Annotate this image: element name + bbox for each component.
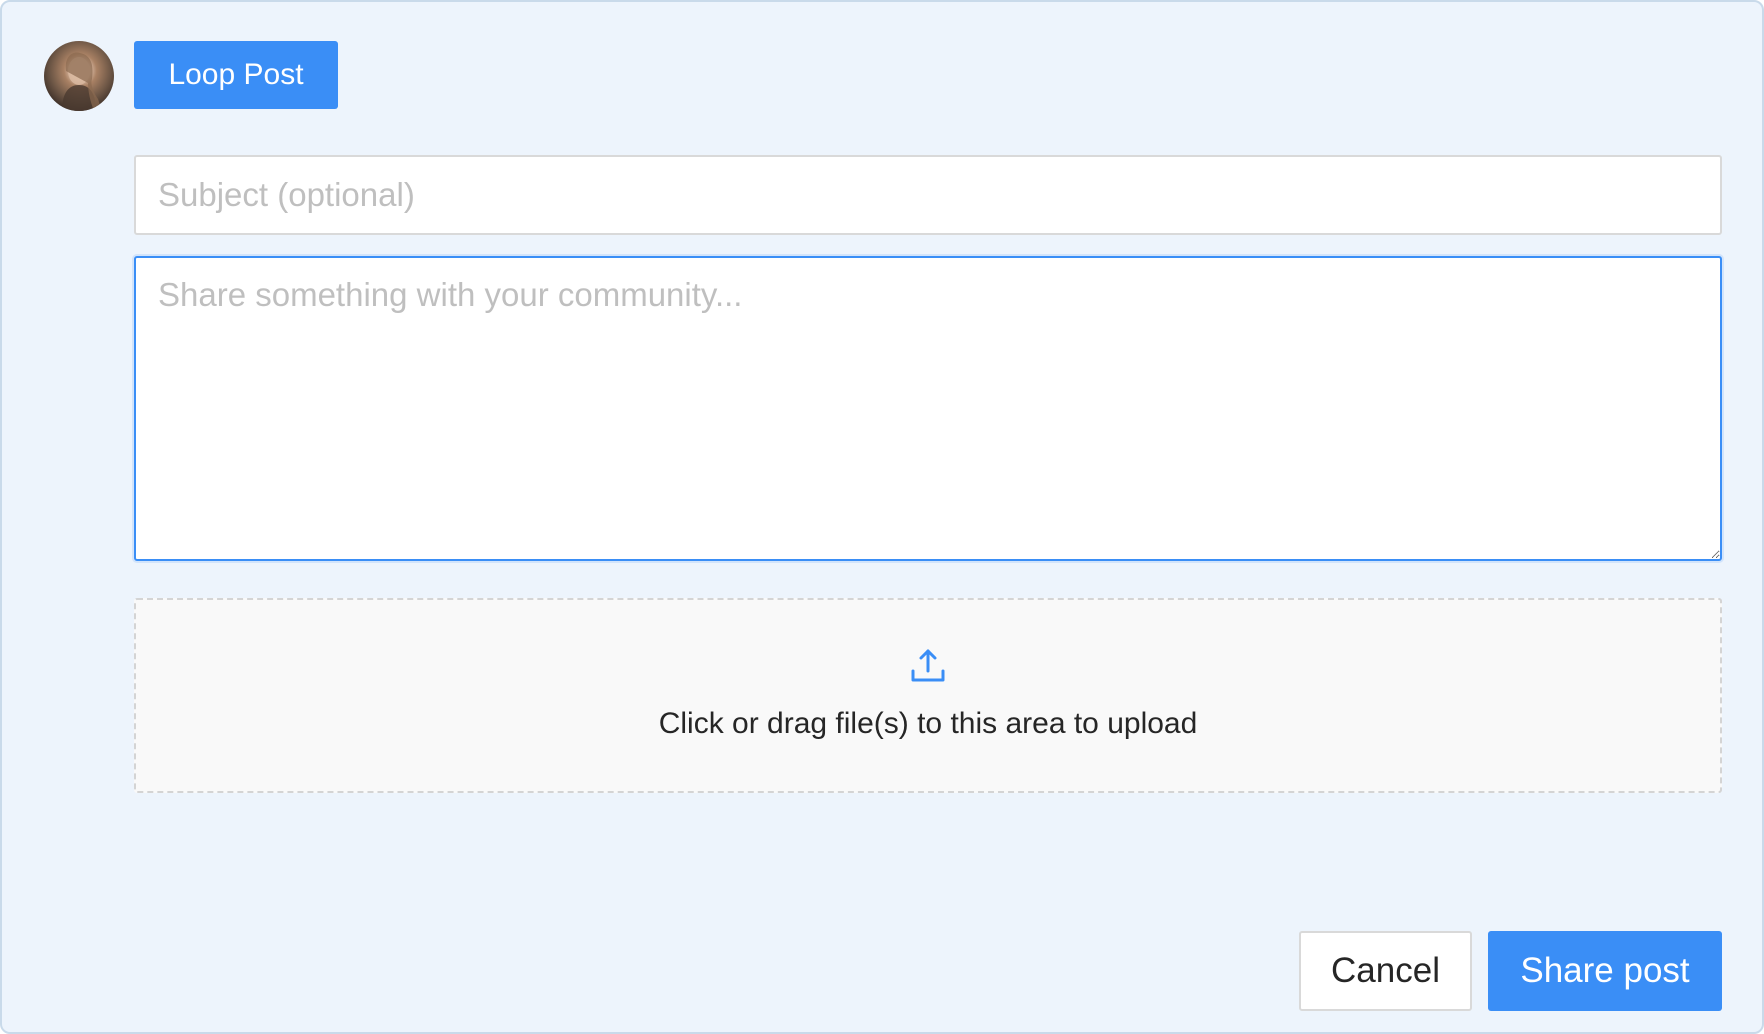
post-type-button[interactable]: Loop Post — [134, 41, 338, 109]
cancel-button[interactable]: Cancel — [1299, 931, 1472, 1011]
upload-instruction-text: Click or drag file(s) to this area to up… — [658, 706, 1198, 740]
file-upload-dropzone[interactable]: Click or drag file(s) to this area to up… — [134, 598, 1722, 793]
avatar — [44, 41, 114, 111]
subject-input[interactable] — [134, 155, 1722, 235]
avatar-image — [62, 52, 102, 111]
share-post-button[interactable]: Share post — [1488, 931, 1722, 1011]
post-body-textarea[interactable] — [134, 256, 1722, 561]
post-composer-panel: Loop Post Click or drag file(s) to this … — [0, 0, 1764, 1034]
upload-icon — [909, 647, 947, 685]
